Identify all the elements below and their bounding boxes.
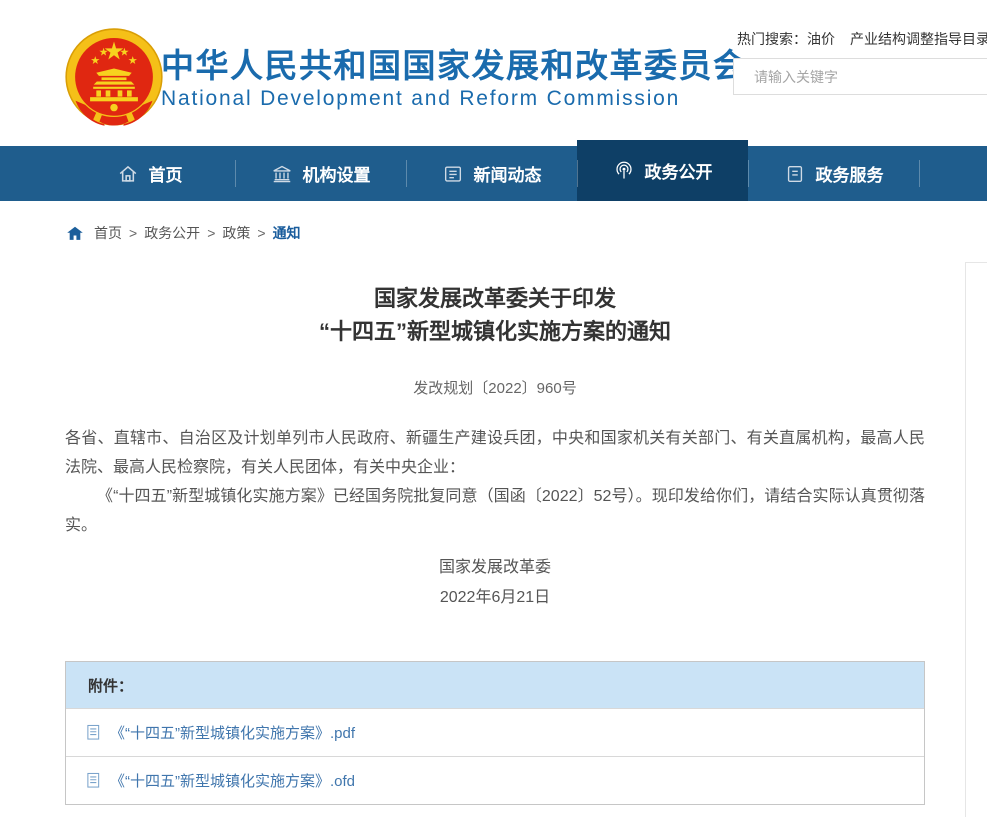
- page-title-line-1: 国家发展改革委关于印发: [65, 282, 925, 315]
- breadcrumb-separator: >: [257, 225, 265, 241]
- national-emblem-logo: [62, 28, 166, 132]
- file-icon: [86, 772, 101, 789]
- article-paragraph: 《“十四五”新型城镇化实施方案》已经国务院批复同意（国函〔2022〕52号）。现…: [65, 482, 925, 540]
- nav-item-organization[interactable]: 机构设置: [235, 146, 406, 201]
- breadcrumb-home-icon[interactable]: [66, 225, 84, 242]
- attachment-row-ofd[interactable]: 《“十四五”新型城镇化实施方案》.ofd: [66, 756, 924, 804]
- page-title: 国家发展改革委关于印发 “十四五”新型城镇化实施方案的通知: [65, 282, 925, 348]
- breadcrumb-item-home[interactable]: 首页: [94, 223, 122, 243]
- attachments-header: 附件：: [66, 662, 924, 708]
- attachments-panel: 附件： 《“十四五”新型城镇化实施方案》.pdf 《“十四五”新型城镇化实施方案…: [65, 661, 925, 805]
- nav-item-news[interactable]: 新闻动态: [406, 146, 577, 201]
- file-icon: [86, 724, 101, 741]
- signature-block: 国家发展改革委 2022年6月21日: [65, 553, 925, 613]
- document-icon: [784, 163, 806, 185]
- breadcrumb-current: 通知: [273, 223, 301, 243]
- article-paragraph: 各省、直辖市、自治区及计划单列市人民政府、新疆生产建设兵团，中央和国家机关有关部…: [65, 424, 925, 482]
- article-content: 国家发展改革委关于印发 “十四五”新型城镇化实施方案的通知 发改规划〔2022〕…: [65, 268, 925, 805]
- nav-item-label: 政务公开: [645, 158, 713, 183]
- breadcrumb-separator: >: [207, 225, 215, 241]
- document-number: 发改规划〔2022〕960号: [65, 377, 925, 398]
- search-input[interactable]: [733, 58, 987, 95]
- attachment-link-pdf[interactable]: 《“十四五”新型城镇化实施方案》.pdf: [110, 722, 355, 743]
- hot-search-link-2[interactable]: 产业结构调整指导目录: [850, 31, 987, 47]
- site-titles: 中华人民共和国国家发展和改革委员会 National Development a…: [161, 46, 748, 111]
- attachment-row-pdf[interactable]: 《“十四五”新型城镇化实施方案》.pdf: [66, 708, 924, 756]
- site-header: 中华人民共和国国家发展和改革委员会 National Development a…: [0, 0, 987, 146]
- site-title-zh: 中华人民共和国国家发展和改革委员会: [161, 46, 748, 86]
- nav-item-label: 新闻动态: [474, 161, 542, 186]
- nav-item-label: 政务服务: [816, 161, 884, 186]
- attachment-link-ofd[interactable]: 《“十四五”新型城镇化实施方案》.ofd: [110, 770, 355, 791]
- hot-search-label: 热门搜索：: [737, 31, 807, 47]
- page-title-line-2: “十四五”新型城镇化实施方案的通知: [65, 315, 925, 348]
- home-icon: [117, 163, 139, 185]
- nav-item-label: 首页: [149, 161, 183, 186]
- page: 中华人民共和国国家发展和改革委员会 National Development a…: [0, 0, 987, 817]
- nav-item-home[interactable]: 首页: [64, 146, 235, 201]
- nav-item-data[interactable]: [919, 146, 987, 201]
- nav-item-gov-services[interactable]: 政务服务: [748, 146, 919, 201]
- national-emblem-icon: [62, 28, 166, 132]
- hot-search-bar: 热门搜索：油价产业结构调整指导目录: [737, 29, 987, 49]
- signature-issuer: 国家发展改革委: [65, 553, 925, 583]
- broadcast-icon: [613, 160, 635, 182]
- nav-item-gov-disclosure[interactable]: 政务公开: [577, 140, 748, 201]
- breadcrumb: 首页 > 政务公开 > 政策 > 通知: [66, 223, 301, 243]
- breadcrumb-item-policy[interactable]: 政策: [222, 223, 250, 243]
- news-icon: [442, 163, 464, 185]
- breadcrumb-item-gov-disclosure[interactable]: 政务公开: [144, 223, 200, 243]
- breadcrumb-separator: >: [129, 225, 137, 241]
- signature-date: 2022年6月21日: [65, 583, 925, 613]
- right-panel-fragment: [965, 262, 987, 817]
- site-title-en: National Development and Reform Commissi…: [161, 87, 748, 111]
- main-nav: 首页 机构设置 新闻动态: [0, 146, 987, 201]
- nav-item-label: 机构设置: [303, 161, 371, 186]
- hot-search-link-1[interactable]: 油价: [807, 31, 835, 47]
- bank-icon: [271, 163, 293, 185]
